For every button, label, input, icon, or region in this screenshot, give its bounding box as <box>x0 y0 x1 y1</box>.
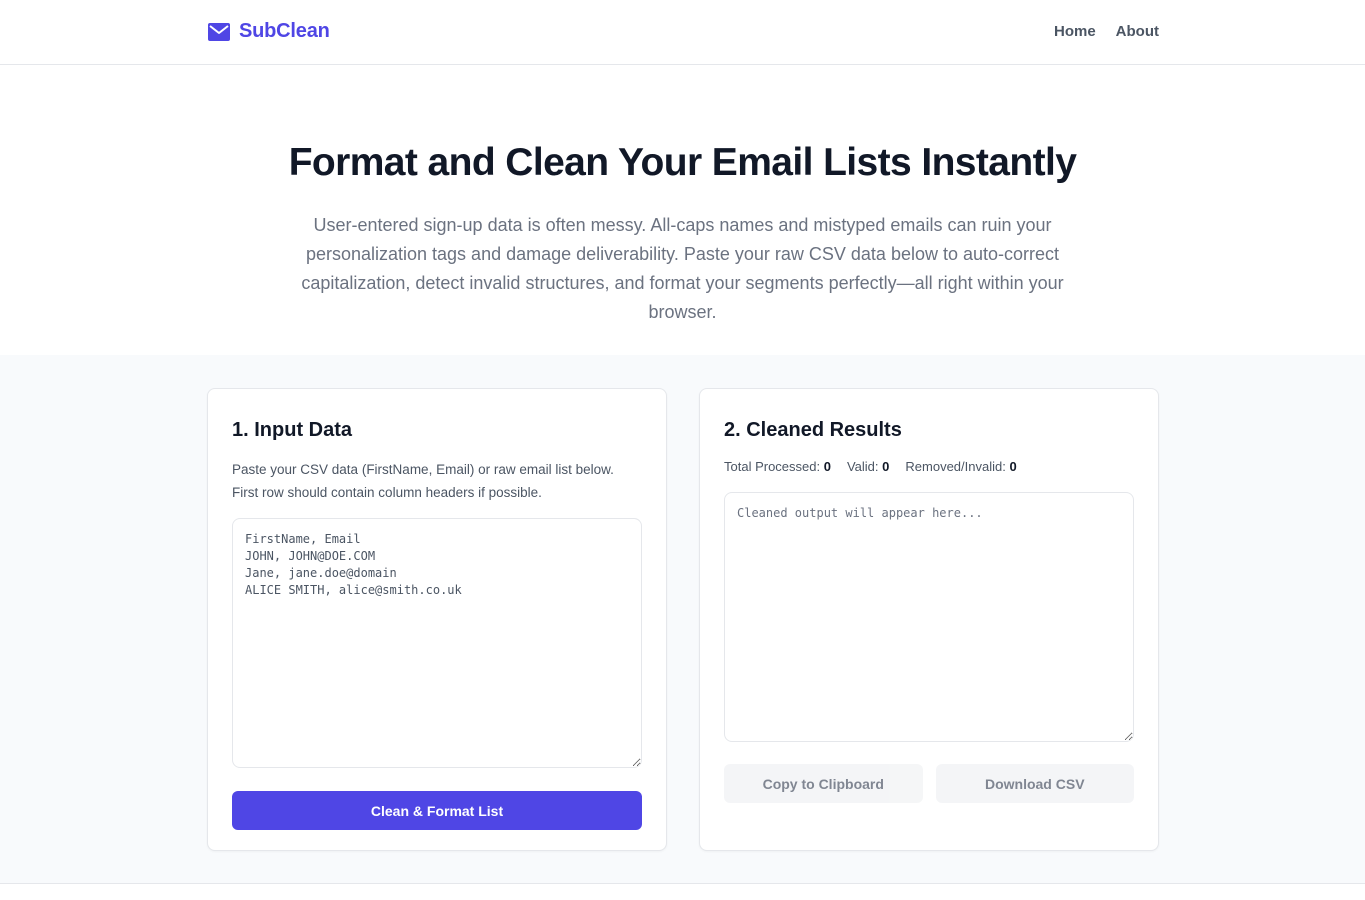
workspace: 1. Input Data Paste your CSV data (First… <box>0 355 1365 884</box>
download-csv-button[interactable]: Download CSV <box>935 764 1134 803</box>
stat-total: Total Processed: 0 <box>724 459 831 474</box>
stat-total-value: 0 <box>823 459 831 474</box>
hero-section: Format and Clean Your Email Lists Instan… <box>0 65 1365 355</box>
results-panel: 2. Cleaned Results Total Processed: 0 Va… <box>699 388 1159 851</box>
input-description-line-1: Paste your CSV data (FirstName, Email) o… <box>232 462 614 477</box>
stat-removed-label: Removed/Invalid: <box>905 459 1006 474</box>
stat-removed: Removed/Invalid: 0 <box>905 459 1016 474</box>
stat-removed-value: 0 <box>1009 459 1017 474</box>
nav-link-home[interactable]: Home <box>1054 23 1096 40</box>
page-title: Format and Clean Your Email Lists Instan… <box>288 141 1077 184</box>
input-description-line-2: First row should contain column headers … <box>232 485 542 500</box>
stat-total-label: Total Processed: <box>724 459 821 474</box>
csv-input-textarea[interactable] <box>232 518 642 768</box>
copy-to-clipboard-button[interactable]: Copy to Clipboard <box>724 764 923 803</box>
hero-description: User-entered sign-up data is often messy… <box>301 215 1064 322</box>
navbar: SubClean Home About <box>0 0 1365 65</box>
cleaned-output-textarea[interactable] <box>724 492 1134 742</box>
nav-link-about[interactable]: About <box>1116 23 1159 40</box>
results-panel-title: 2. Cleaned Results <box>724 419 902 441</box>
stat-valid: Valid: 0 <box>847 459 889 474</box>
envelope-icon <box>208 22 230 41</box>
input-panel-description: Paste your CSV data (FirstName, Email) o… <box>232 458 642 504</box>
clean-format-button[interactable]: Clean & Format List <box>232 791 642 830</box>
brand-logo[interactable]: SubClean <box>208 20 330 43</box>
stats-bar: Total Processed: 0 Valid: 0 Removed/Inva… <box>724 459 1134 474</box>
nav-links: Home About <box>1054 23 1159 40</box>
brand-name: SubClean <box>239 20 330 42</box>
input-panel-title: 1. Input Data <box>232 419 353 441</box>
stat-valid-value: 0 <box>882 459 890 474</box>
results-actions: Copy to Clipboard Download CSV <box>724 764 1134 803</box>
stat-valid-label: Valid: <box>846 459 879 474</box>
input-panel: 1. Input Data Paste your CSV data (First… <box>207 388 667 851</box>
